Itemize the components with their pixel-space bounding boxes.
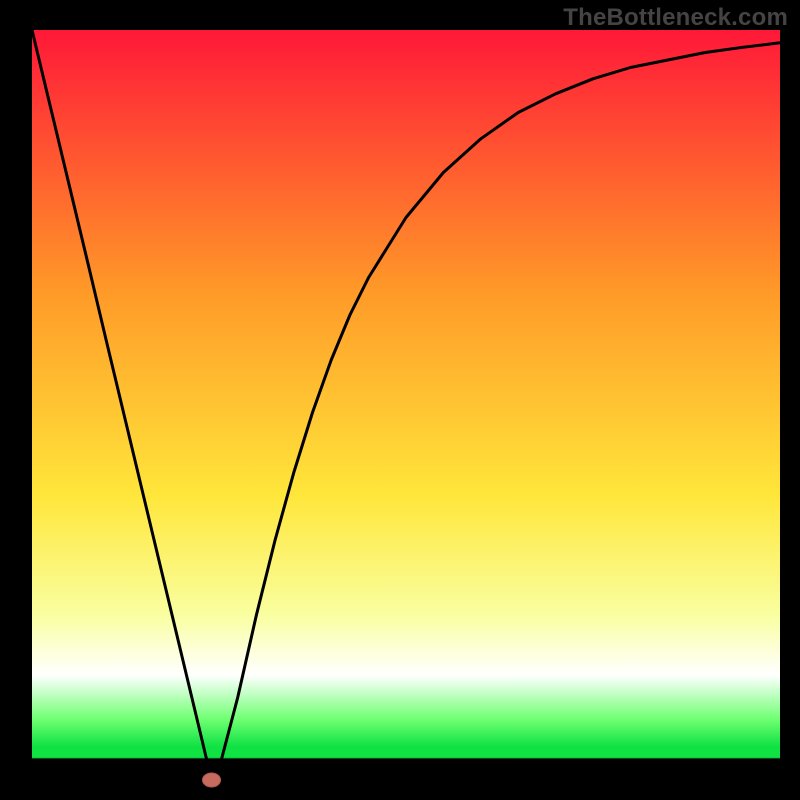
bottleneck-chart	[0, 0, 800, 800]
optimal-point-marker	[203, 773, 221, 787]
watermark-text: TheBottleneck.com	[563, 4, 788, 32]
plot-area	[32, 30, 780, 780]
chart-frame: { "watermark": "TheBottleneck.com", "col…	[0, 0, 800, 800]
